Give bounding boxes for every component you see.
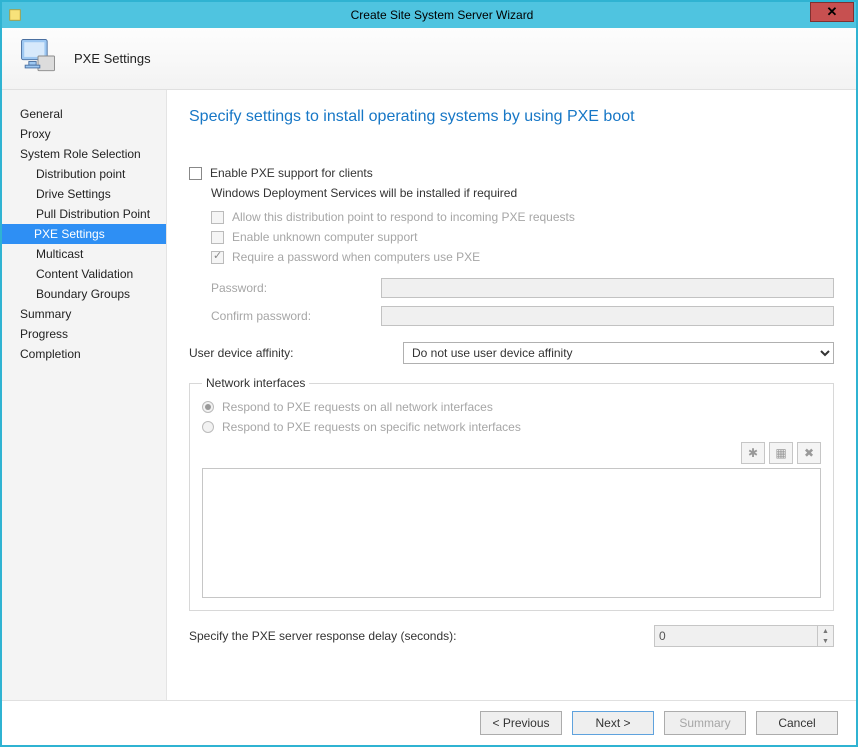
user-device-affinity-label: User device affinity: xyxy=(189,346,403,360)
password-label: Password: xyxy=(211,281,381,295)
network-interface-list xyxy=(202,468,821,598)
delete-interface-button: ✖ xyxy=(797,442,821,464)
password-row: Password: xyxy=(211,278,834,298)
network-interfaces-group: Network interfaces Respond to PXE reques… xyxy=(189,376,834,611)
page-header: PXE Settings xyxy=(2,28,856,90)
net-specific-label: Respond to PXE requests on specific netw… xyxy=(222,420,521,434)
sidebar-item-pxe-settings[interactable]: PXE Settings xyxy=(2,224,166,244)
require-password-label: Require a password when computers use PX… xyxy=(232,250,480,264)
response-delay-label: Specify the PXE server response delay (s… xyxy=(189,629,654,643)
sidebar-item-content-validation[interactable]: Content Validation xyxy=(2,264,166,284)
sidebar-item-pull-distribution-point[interactable]: Pull Distribution Point xyxy=(2,204,166,224)
unknown-computer-row: Enable unknown computer support xyxy=(211,230,834,244)
net-interface-toolbar: ✱ ▦ ✖ xyxy=(202,442,821,464)
close-icon: ✕ xyxy=(827,4,838,20)
summary-button: Summary xyxy=(664,711,746,735)
net-all-radio xyxy=(202,401,214,413)
unknown-computer-label: Enable unknown computer support xyxy=(232,230,417,244)
sidebar-item-general[interactable]: General xyxy=(2,104,166,124)
close-button[interactable]: ✕ xyxy=(810,2,854,22)
spinner-down-icon: ▼ xyxy=(818,636,833,646)
user-device-affinity-row: User device affinity: Do not use user de… xyxy=(189,342,834,364)
delete-icon: ✖ xyxy=(804,446,814,460)
spinner-up-icon: ▲ xyxy=(818,626,833,636)
sidebar-item-completion[interactable]: Completion xyxy=(2,344,166,364)
page-title: Specify settings to install operating sy… xyxy=(189,108,834,126)
next-button[interactable]: Next > xyxy=(572,711,654,735)
enable-pxe-row: Enable PXE support for clients xyxy=(189,166,834,180)
confirm-password-row: Confirm password: xyxy=(211,306,834,326)
main-pane: Specify settings to install operating sy… xyxy=(167,90,856,700)
wizard-footer: < Previous Next > Summary Cancel xyxy=(2,700,856,745)
edit-interface-button: ▦ xyxy=(769,442,793,464)
sidebar-item-multicast[interactable]: Multicast xyxy=(2,244,166,264)
page-header-label: PXE Settings xyxy=(74,51,151,66)
enable-pxe-checkbox[interactable] xyxy=(189,167,202,180)
sidebar-item-system-role-selection[interactable]: System Role Selection xyxy=(2,144,166,164)
add-interface-button: ✱ xyxy=(741,442,765,464)
sidebar-item-summary[interactable]: Summary xyxy=(2,304,166,324)
response-delay-row: Specify the PXE server response delay (s… xyxy=(189,625,834,647)
unknown-computer-checkbox xyxy=(211,231,224,244)
confirm-password-input xyxy=(381,306,834,326)
net-specific-radio xyxy=(202,421,214,433)
app-icon xyxy=(8,8,22,22)
titlebar: Create Site System Server Wizard ✕ xyxy=(2,2,856,28)
require-password-checkbox xyxy=(211,251,224,264)
sidebar: General Proxy System Role Selection Dist… xyxy=(2,90,167,700)
asterisk-icon: ✱ xyxy=(748,446,758,460)
password-input xyxy=(381,278,834,298)
response-delay-input xyxy=(655,626,817,646)
net-specific-row: Respond to PXE requests on specific netw… xyxy=(202,420,821,434)
wds-note: Windows Deployment Services will be inst… xyxy=(211,186,834,200)
sidebar-item-boundary-groups[interactable]: Boundary Groups xyxy=(2,284,166,304)
net-all-label: Respond to PXE requests on all network i… xyxy=(222,400,493,414)
window-title: Create Site System Server Wizard xyxy=(28,8,856,22)
sidebar-item-proxy[interactable]: Proxy xyxy=(2,124,166,144)
require-password-row: Require a password when computers use PX… xyxy=(211,250,834,264)
sidebar-item-distribution-point[interactable]: Distribution point xyxy=(2,164,166,184)
network-interfaces-legend: Network interfaces xyxy=(202,376,309,390)
spinner-arrows: ▲ ▼ xyxy=(817,626,833,646)
body: General Proxy System Role Selection Dist… xyxy=(2,90,856,700)
allow-respond-checkbox xyxy=(211,211,224,224)
net-all-row: Respond to PXE requests on all network i… xyxy=(202,400,821,414)
allow-respond-label: Allow this distribution point to respond… xyxy=(232,210,575,224)
response-delay-spinner: ▲ ▼ xyxy=(654,625,834,647)
properties-icon: ▦ xyxy=(775,446,786,460)
cancel-button[interactable]: Cancel xyxy=(756,711,838,735)
user-device-affinity-select[interactable]: Do not use user device affinity xyxy=(403,342,834,364)
confirm-password-label: Confirm password: xyxy=(211,309,381,323)
sidebar-item-progress[interactable]: Progress xyxy=(2,324,166,344)
computer-icon xyxy=(16,34,60,83)
wizard-window: Create Site System Server Wizard ✕ PXE S… xyxy=(0,0,858,747)
previous-button[interactable]: < Previous xyxy=(480,711,562,735)
allow-respond-row: Allow this distribution point to respond… xyxy=(211,210,834,224)
enable-pxe-label: Enable PXE support for clients xyxy=(210,166,373,180)
sidebar-item-drive-settings[interactable]: Drive Settings xyxy=(2,184,166,204)
